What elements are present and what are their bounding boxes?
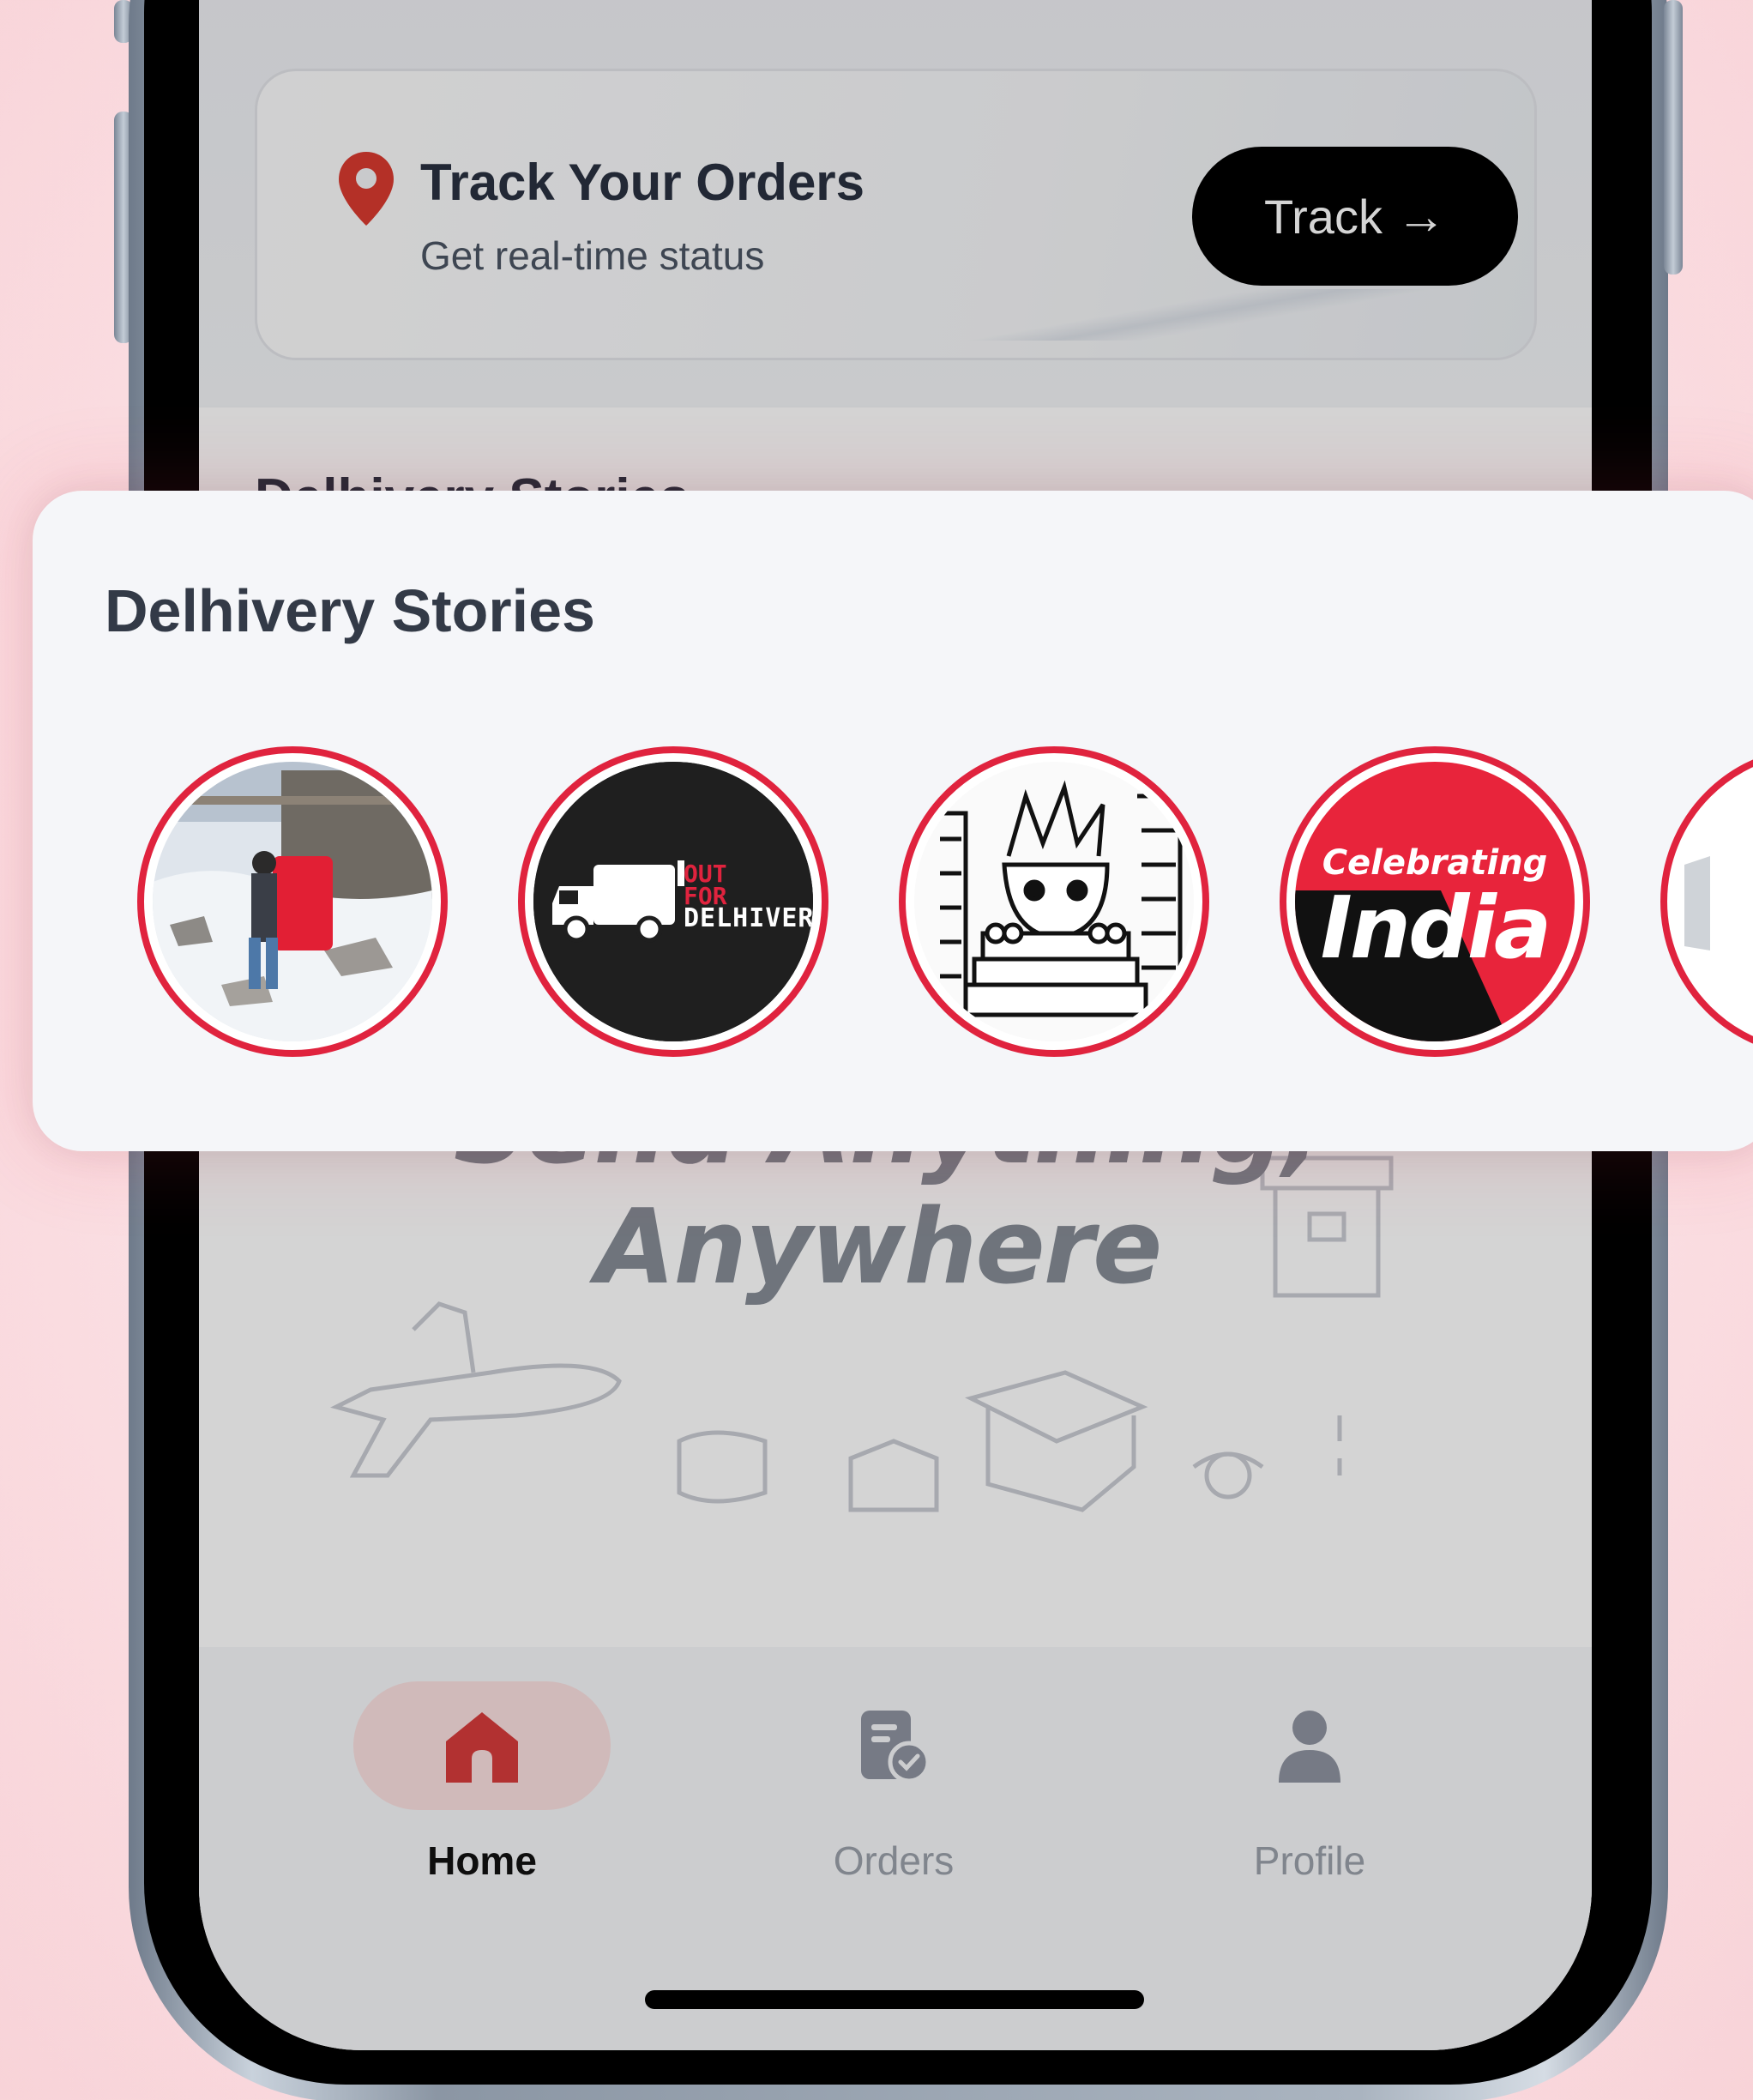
out-for-delhivery-logo: OUT FOR DELHIVERY bbox=[684, 862, 813, 933]
track-card-title: Track Your Orders bbox=[420, 154, 865, 211]
story-thumbnail-comic[interactable] bbox=[899, 746, 1209, 1057]
arrow-right-icon: → bbox=[1395, 188, 1446, 244]
home-indicator-bar[interactable] bbox=[645, 1990, 1144, 2009]
hero-headline-line2: Anywhere bbox=[595, 1188, 1163, 1307]
card-decoration bbox=[900, 289, 1500, 341]
ofd-line3: DELHIVERY bbox=[684, 903, 813, 933]
story-thumbnail-out-for-delhivery[interactable]: OUT FOR DELHIVERY bbox=[518, 746, 828, 1057]
orders-icon bbox=[861, 1711, 931, 1783]
home-icon bbox=[446, 1712, 518, 1783]
story-thumbnail-celebrating-india[interactable]: Celebrating India bbox=[1280, 746, 1590, 1057]
nav-item-profile[interactable]: Profile bbox=[1172, 1681, 1447, 1904]
stories-title: Delhivery Stories bbox=[105, 577, 595, 644]
comic-illustration-image bbox=[914, 762, 1194, 1041]
top-section: Track Your Orders Get real-time status T… bbox=[199, 0, 1592, 407]
nav-label-orders: Orders bbox=[833, 1838, 955, 1883]
india-text: India bbox=[1320, 878, 1552, 978]
track-button-label: Track bbox=[1264, 189, 1383, 244]
track-orders-card[interactable]: Track Your Orders Get real-time status T… bbox=[255, 69, 1537, 360]
nav-item-orders[interactable]: Orders bbox=[756, 1681, 1031, 1904]
snow-delivery-image bbox=[153, 762, 432, 1041]
story-thumbnail-snow-delivery[interactable] bbox=[137, 746, 448, 1057]
nav-label-profile: Profile bbox=[1253, 1838, 1366, 1883]
partial-story-image bbox=[1676, 762, 1753, 1041]
nav-item-home[interactable]: Home bbox=[345, 1681, 619, 1904]
location-pin-icon bbox=[339, 152, 394, 226]
profile-icon bbox=[1279, 1711, 1340, 1783]
phone-power-button bbox=[1664, 0, 1683, 275]
stories-card: Delhivery Stories OUT FOR DELHIVER Celeb… bbox=[33, 491, 1753, 1151]
nav-label-home: Home bbox=[427, 1838, 537, 1883]
track-card-subtitle: Get real-time status bbox=[420, 233, 765, 278]
story-thumbnail-partial[interactable] bbox=[1660, 746, 1753, 1057]
track-button[interactable]: Track → bbox=[1192, 147, 1518, 286]
